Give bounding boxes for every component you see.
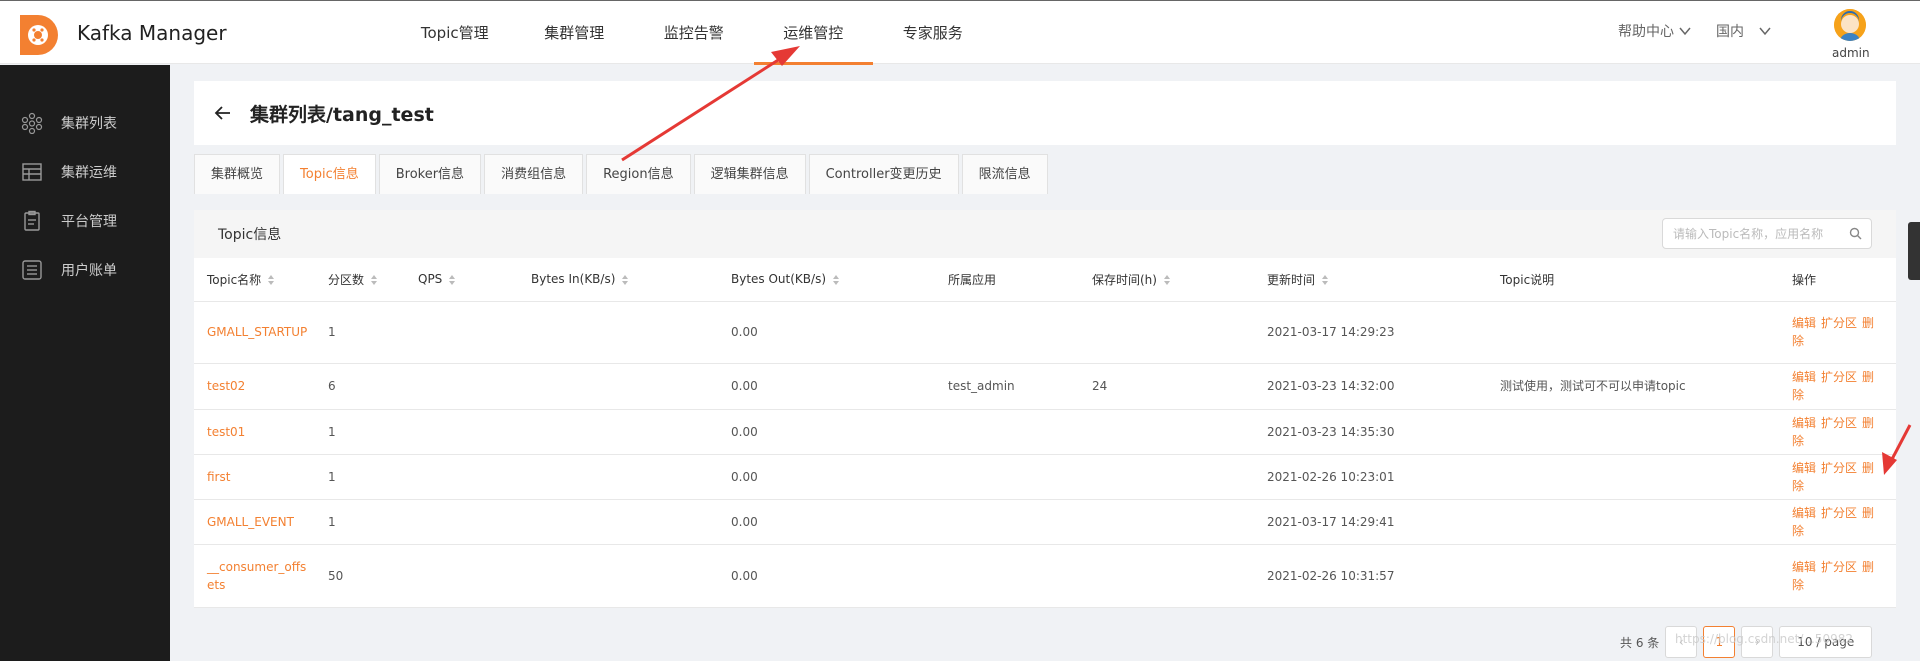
annotation-arrow-to-delete	[1882, 424, 1912, 475]
annotation-arrows	[621, 46, 1912, 475]
annotation-arrow-to-nav	[621, 46, 800, 162]
